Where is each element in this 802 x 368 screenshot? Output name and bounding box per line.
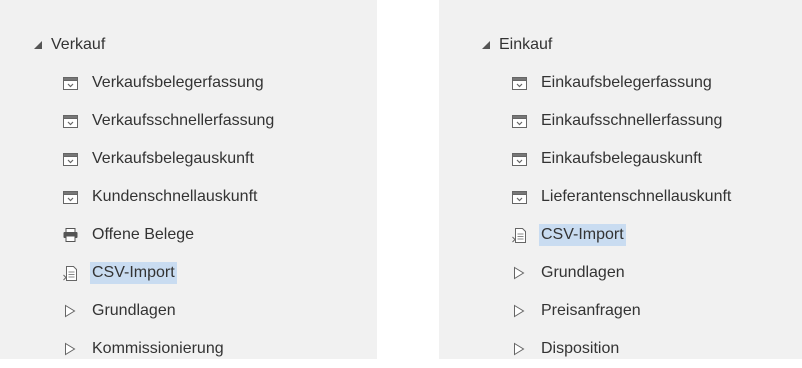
triangle-collapsed-icon[interactable]	[511, 265, 527, 281]
tree-item-label: Kommissionierung	[92, 340, 224, 357]
triangle-expanded-icon[interactable]	[33, 38, 49, 52]
tree-item-verkaufsbelegauskunft[interactable]: Verkaufsbelegauskunft	[0, 140, 377, 178]
tree-item-einkaufsbelegauskunft[interactable]: Einkaufsbelegauskunft	[439, 140, 802, 178]
verkauf-tree-panel: Verkauf Verkaufsbelegerfassung Verkaufssc…	[0, 0, 377, 359]
tree-group-label: Verkauf	[51, 36, 106, 53]
triangle-collapsed-icon[interactable]	[62, 341, 78, 357]
tree-item-label: Verkaufsbelegauskunft	[92, 150, 254, 167]
tree-item-einkaufsschnellerfassung[interactable]: Einkaufsschnellerfassung	[439, 102, 802, 140]
tree-item-label: Einkaufsbelegerfassung	[541, 74, 712, 91]
tree-item-label: Offene Belege	[92, 226, 195, 243]
tree-item-verkaufsbelegerfassung[interactable]: Verkaufsbelegerfassung	[0, 64, 377, 102]
einkauf-tree-panel: Einkauf Einkaufsbelegerfassung Einkaufssc…	[439, 0, 802, 359]
triangle-collapsed-icon[interactable]	[511, 303, 527, 319]
form-window-icon	[511, 189, 527, 205]
form-window-icon	[511, 113, 527, 129]
form-window-icon	[511, 75, 527, 91]
tree-item-verkaufsschnellerfassung[interactable]: Verkaufsschnellerfassung	[0, 102, 377, 140]
tree-item-label: Einkaufsschnellerfassung	[541, 112, 723, 129]
form-window-icon	[62, 189, 78, 205]
tree-item-label: Grundlagen	[92, 302, 176, 319]
triangle-collapsed-icon[interactable]	[62, 303, 78, 319]
triangle-collapsed-icon[interactable]	[511, 341, 527, 357]
tree-item-preisanfragen[interactable]: Preisanfragen	[439, 292, 802, 330]
tree-item-label: Grundlagen	[541, 264, 625, 281]
form-window-icon	[511, 151, 527, 167]
tree-item-grundlagen[interactable]: Grundlagen	[0, 292, 377, 330]
tree-item-label: Verkaufsbelegerfassung	[92, 74, 264, 91]
triangle-expanded-icon[interactable]	[481, 38, 497, 52]
import-document-icon	[62, 265, 78, 281]
tree-item-label: Lieferantenschnellauskunft	[541, 188, 732, 205]
tree-group-einkauf[interactable]: Einkauf	[439, 26, 802, 64]
tree-item-label: CSV-Import	[539, 224, 626, 246]
tree-item-csv-import[interactable]: CSV-Import	[0, 254, 377, 292]
tree-item-label: Preisanfragen	[541, 302, 641, 319]
tree-item-lieferantenschnellauskunft[interactable]: Lieferantenschnellauskunft	[439, 178, 802, 216]
tree-item-offene-belege[interactable]: Offene Belege	[0, 216, 377, 254]
tree-item-disposition[interactable]: Disposition	[439, 330, 802, 368]
tree-item-label: Kundenschnellauskunft	[92, 188, 258, 205]
tree-item-label: Verkaufsschnellerfassung	[92, 112, 275, 129]
form-window-icon	[62, 75, 78, 91]
printer-icon	[62, 227, 78, 243]
tree-item-label: CSV-Import	[90, 262, 177, 284]
tree-item-grundlagen[interactable]: Grundlagen	[439, 254, 802, 292]
tree-item-einkaufsbelegerfassung[interactable]: Einkaufsbelegerfassung	[439, 64, 802, 102]
tree-item-label: Disposition	[541, 340, 620, 357]
form-window-icon	[62, 151, 78, 167]
tree-group-verkauf[interactable]: Verkauf	[0, 26, 377, 64]
form-window-icon	[62, 113, 78, 129]
tree-item-label: Einkaufsbelegauskunft	[541, 150, 702, 167]
tree-item-kundenschnellauskunft[interactable]: Kundenschnellauskunft	[0, 178, 377, 216]
import-document-icon	[511, 227, 527, 243]
tree-group-label: Einkauf	[499, 36, 553, 53]
tree-item-kommissionierung[interactable]: Kommissionierung	[0, 330, 377, 368]
tree-item-csv-import[interactable]: CSV-Import	[439, 216, 802, 254]
